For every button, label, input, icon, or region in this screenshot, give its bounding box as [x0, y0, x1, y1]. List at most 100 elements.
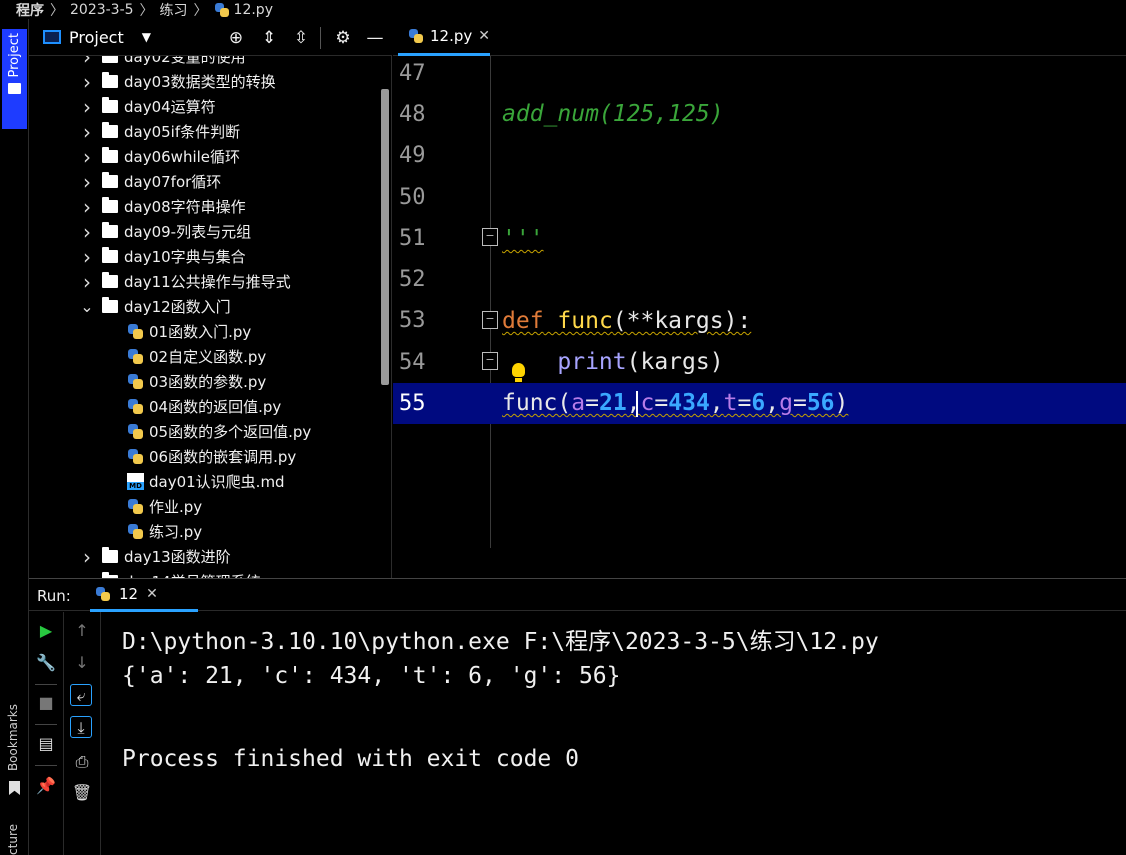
chevron-right-icon[interactable]: › — [80, 145, 94, 169]
tree-item-label: day10字典与集合 — [124, 248, 246, 266]
folder-icon — [102, 222, 118, 238]
tree-file[interactable]: 05函数的多个返回值.py — [127, 419, 311, 444]
bookmarks-tool-window-tab[interactable]: Bookmarks — [6, 704, 20, 771]
tree-folder[interactable]: › day04运算符 — [80, 94, 216, 119]
line-number: 50 — [399, 185, 426, 210]
layout-icon[interactable]: ▤ — [35, 733, 57, 755]
tree-folder[interactable]: › day10字典与集合 — [80, 244, 246, 269]
folder-icon — [102, 247, 118, 263]
run-console[interactable]: D:\python-3.10.10\python.exe F:\程序\2023-… — [102, 612, 1126, 855]
tree-folder[interactable]: › day07for循环 — [80, 169, 221, 194]
pin-icon[interactable]: 📌 — [35, 775, 57, 797]
chevron-right-icon[interactable]: › — [80, 70, 94, 94]
breadcrumb-item[interactable]: 2023-3-5 — [70, 2, 134, 18]
arrow-up-icon[interactable]: ↑ — [71, 620, 93, 642]
rerun-icon[interactable]: ▶ — [35, 620, 57, 642]
code-area[interactable] — [491, 56, 1126, 548]
tree-item-label: 作业.py — [149, 498, 203, 516]
breadcrumb-item[interactable]: 程序 — [16, 0, 44, 19]
folder-icon — [102, 547, 118, 563]
tree-file[interactable]: 03函数的参数.py — [127, 369, 266, 394]
line-number: 52 — [399, 267, 426, 292]
locate-icon[interactable]: ⊕ — [226, 28, 246, 48]
tree-folder[interactable]: › day06while循环 — [80, 144, 240, 169]
project-tool-window-tab[interactable]: Project — [2, 29, 27, 129]
project-title[interactable]: Project — [69, 28, 124, 47]
tree-folder[interactable]: › day11公共操作与推导式 — [80, 269, 291, 294]
tree-item-label: 06函数的嵌套调用.py — [149, 448, 297, 466]
tree-file[interactable]: 02自定义函数.py — [127, 344, 266, 369]
tree-file[interactable]: 06函数的嵌套调用.py — [127, 444, 296, 469]
line-number: 51 — [399, 226, 426, 251]
tree-folder[interactable]: ⌄ day12函数入门 — [80, 294, 231, 319]
chevron-right-icon[interactable]: › — [80, 545, 94, 569]
tree-folder[interactable]: › day02变量的使用 — [80, 56, 246, 69]
scroll-to-end-icon[interactable]: ⤓ — [70, 716, 92, 738]
wrench-icon[interactable]: 🔧 — [35, 652, 57, 674]
run-tab-12[interactable]: 12 ✕ — [90, 579, 198, 612]
trash-icon[interactable]: 🗑 — [71, 782, 93, 804]
tree-folder[interactable]: › day03数据类型的转换 — [80, 69, 276, 94]
breadcrumb-item[interactable]: 练习 — [160, 0, 188, 19]
tree-file[interactable]: MD day01认识爬虫.md — [127, 469, 285, 494]
tree-file[interactable]: 作业.py — [127, 494, 202, 519]
python-file-icon — [127, 423, 144, 440]
gear-icon[interactable]: ⚙ — [333, 28, 353, 48]
tree-folder[interactable]: › day14学员管理系统 — [80, 569, 261, 578]
console-line: {'a': 21, 'c': 434, 't': 6, 'g': 56} — [122, 663, 621, 689]
chevron-right-icon[interactable]: › — [80, 195, 94, 219]
chevron-right-icon[interactable]: › — [80, 270, 94, 294]
kwarg-name: c — [640, 390, 655, 416]
stop-icon[interactable]: ■ — [35, 692, 57, 714]
run-panel-header: Run: 12 ✕ — [29, 578, 1126, 612]
print-icon[interactable]: ⎙ — [71, 751, 93, 773]
expand-all-icon[interactable]: ⇕ — [259, 28, 279, 48]
minimize-icon[interactable]: — — [365, 28, 385, 48]
tree-file[interactable]: 04函数的返回值.py — [127, 394, 281, 419]
chevron-right-icon[interactable]: › — [80, 220, 94, 244]
editor-tab-12py[interactable]: 12.py ✕ — [398, 19, 490, 56]
tree-folder[interactable]: › day13函数进阶 — [80, 544, 231, 569]
close-icon[interactable]: ✕ — [146, 586, 158, 602]
line-number: 54 — [399, 350, 426, 375]
tree-folder[interactable]: › day08字符串操作 — [80, 194, 246, 219]
kwarg-name: a — [571, 390, 586, 416]
editor-tab-label: 12.py — [430, 27, 473, 45]
chevron-right-icon[interactable]: › — [80, 95, 94, 119]
run-label: Run: — [37, 587, 71, 605]
kwarg-name: g — [779, 390, 793, 416]
folder-icon — [102, 122, 118, 138]
project-tab-label: Project — [7, 33, 22, 78]
collapse-all-icon[interactable]: ⇳ — [291, 28, 311, 48]
tree-folder[interactable]: › day09-列表与元组 — [80, 219, 251, 244]
tree-folder[interactable]: › day05if条件判断 — [80, 119, 240, 144]
chevron-right-icon[interactable]: › — [80, 56, 94, 69]
breadcrumb-item[interactable]: 12.py — [234, 2, 273, 18]
console-line: Process finished with exit code 0 — [122, 746, 579, 772]
structure-tool-window-tab[interactable]: cture — [6, 824, 20, 855]
fold-marker-icon[interactable]: − — [482, 311, 498, 329]
project-panel: Project ▼ ⊕ ⇕ ⇳ ⚙ — › day02变量的使用 › day03数据类… — [29, 19, 392, 578]
python-file-icon — [127, 498, 144, 515]
chevron-down-icon[interactable]: ⌄ — [80, 297, 94, 316]
chevron-right-icon[interactable]: › — [80, 245, 94, 269]
chevron-right-icon[interactable]: › — [80, 120, 94, 144]
tree-item-label: day13函数进阶 — [124, 548, 231, 566]
tree-scrollbar[interactable] — [381, 89, 389, 385]
tree-file[interactable]: 01函数入门.py — [127, 319, 251, 344]
tree-file[interactable]: 练习.py — [127, 519, 202, 544]
lightbulb-icon[interactable] — [512, 363, 525, 382]
soft-wrap-icon[interactable]: ⤶ — [70, 684, 92, 706]
fold-marker-icon[interactable]: − — [482, 228, 498, 246]
fold-marker-icon[interactable]: − — [482, 352, 498, 370]
editor-empty-area — [393, 548, 1126, 578]
call-func: func( — [502, 390, 572, 416]
close-icon[interactable]: ✕ — [478, 28, 490, 44]
chevron-right-icon[interactable]: › — [80, 570, 94, 579]
python-file-icon — [127, 323, 144, 340]
chevron-right-icon[interactable]: › — [80, 170, 94, 194]
arrow-down-icon[interactable]: ↓ — [71, 652, 93, 674]
chevron-down-icon[interactable]: ▼ — [142, 30, 151, 44]
bookmark-icon[interactable] — [9, 781, 20, 795]
python-file-icon — [408, 28, 424, 44]
